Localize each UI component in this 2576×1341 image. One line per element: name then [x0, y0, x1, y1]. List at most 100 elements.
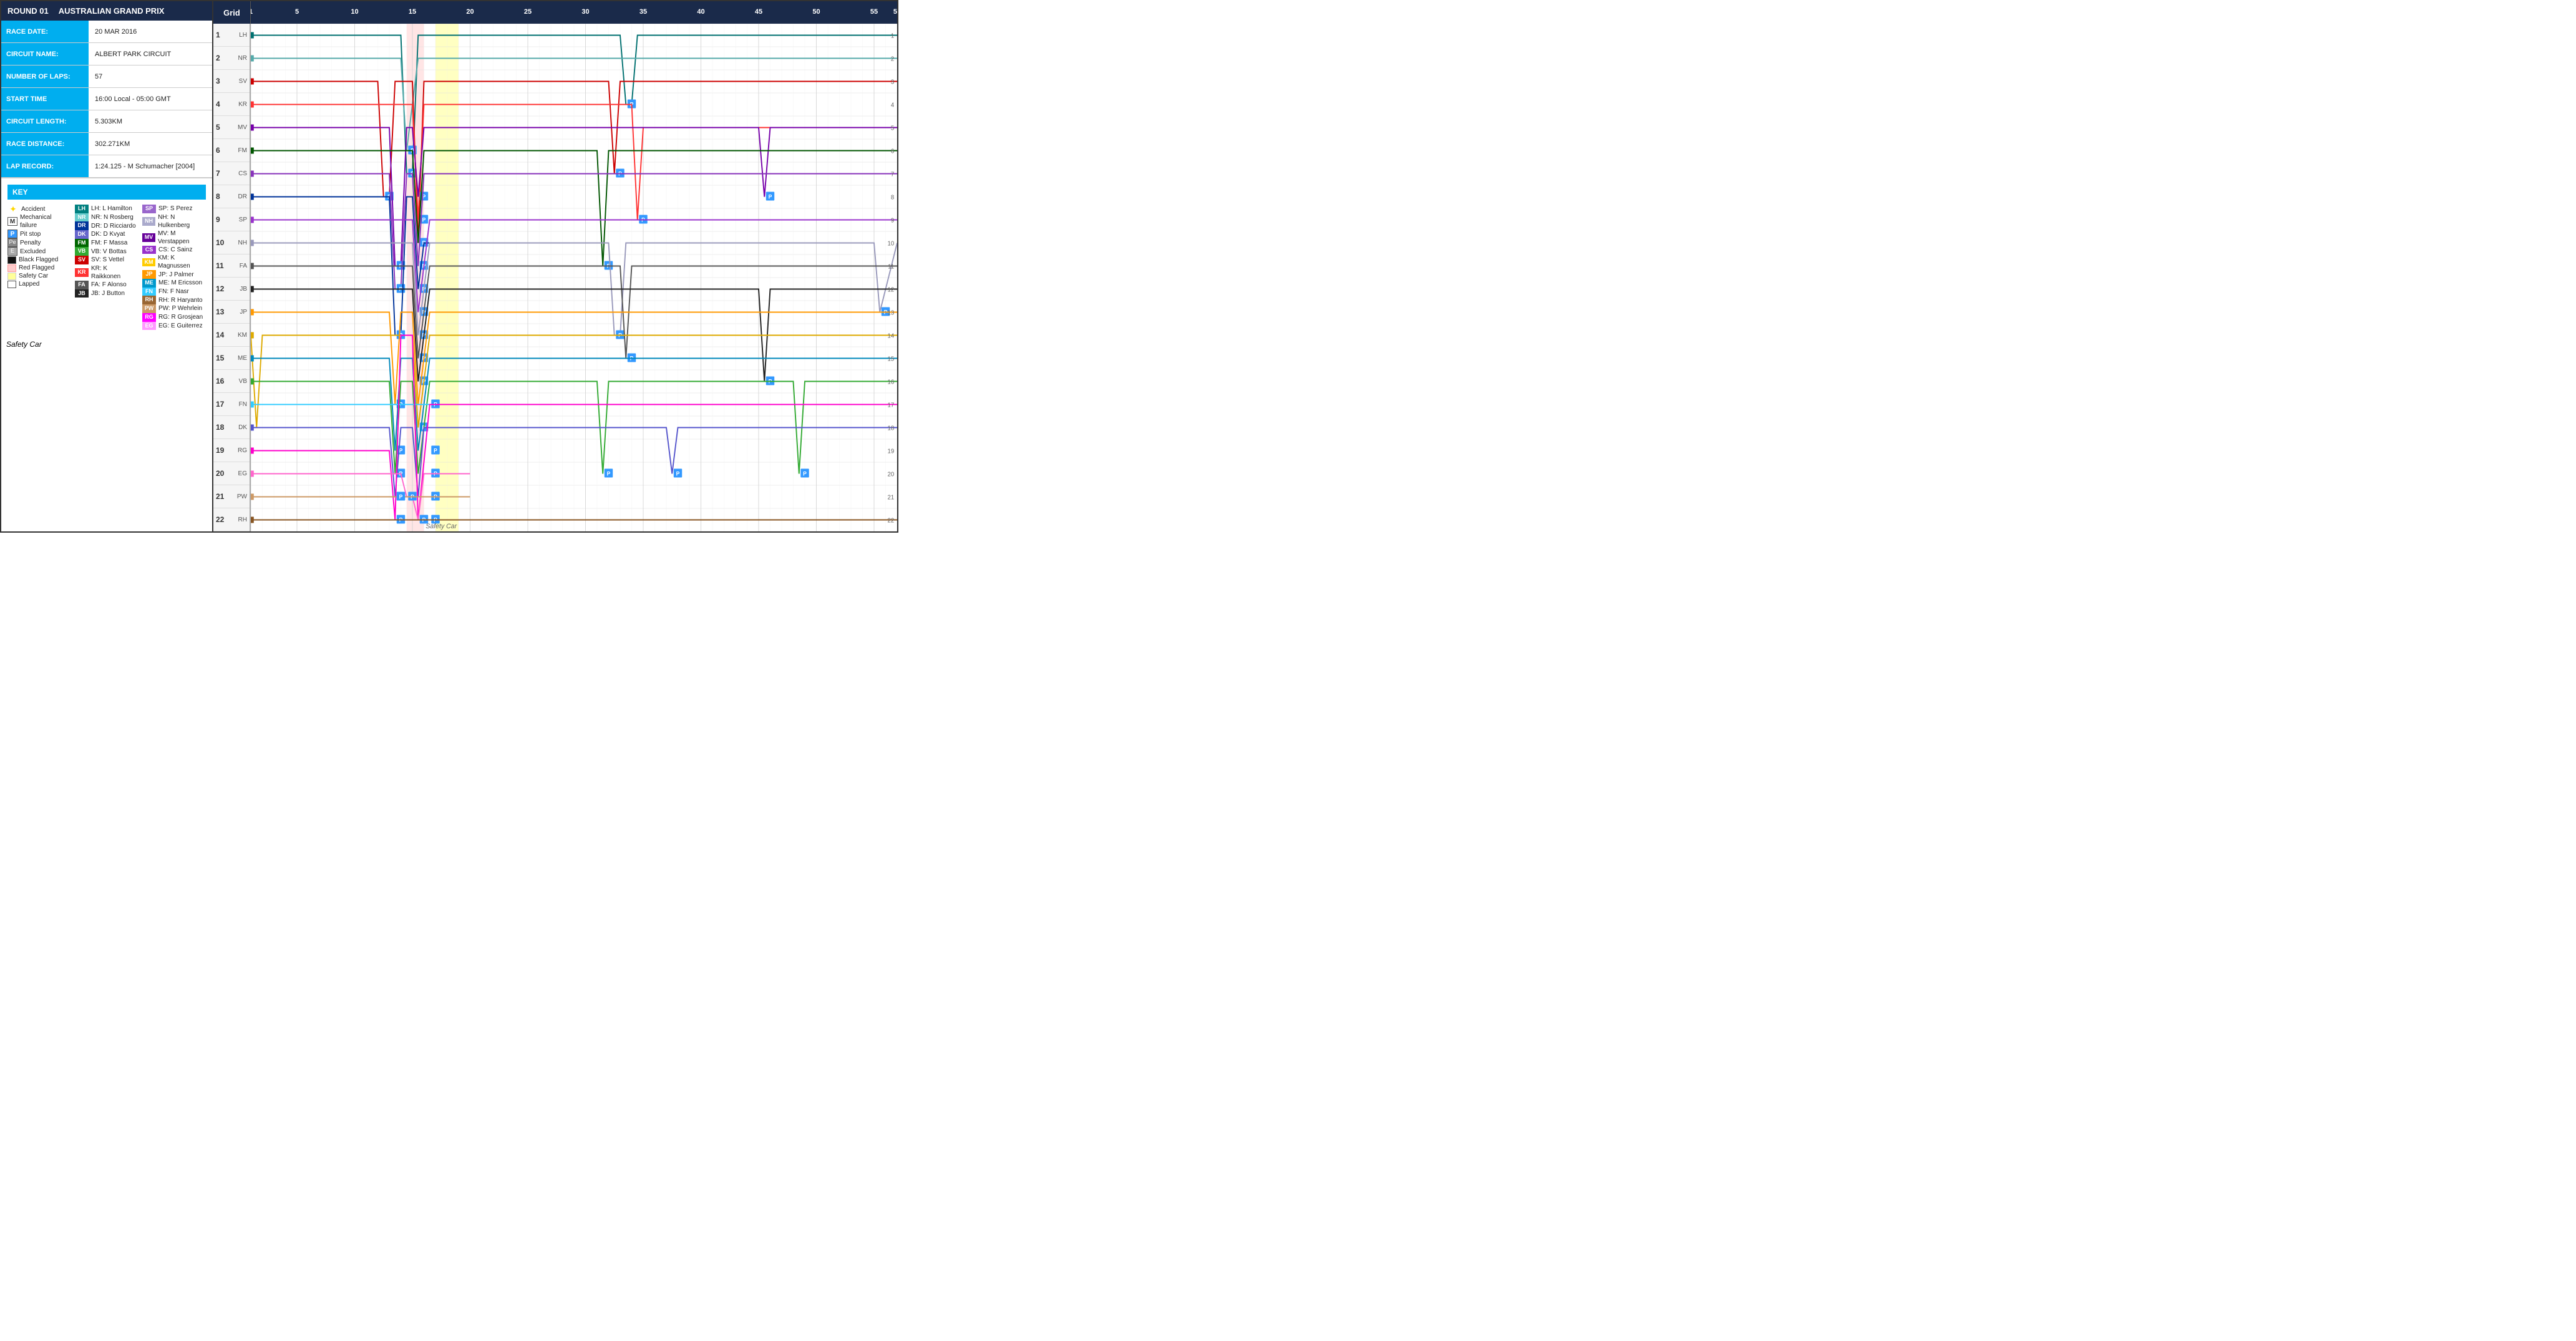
pos-number: 17 — [216, 400, 224, 409]
key-driver-item: VB VB: V Bottas — [75, 247, 139, 256]
svg-text:14: 14 — [888, 332, 895, 339]
pos-abbr: SP — [239, 216, 247, 223]
pos-abbr: KR — [238, 101, 247, 108]
svg-text:21: 21 — [888, 494, 895, 501]
key-accident: ✦ Accident — [7, 205, 71, 213]
pos-number: 9 — [216, 215, 220, 224]
pos-cell: 4 KR — [213, 93, 250, 116]
grid-label: Grid — [213, 1, 251, 24]
svg-text:Safety Car: Safety Car — [425, 523, 457, 530]
pos-cell: 19 RG — [213, 439, 250, 462]
chart-panel: Grid 151015202530354045505557 1 LH 2 NR … — [213, 1, 897, 531]
driver-abbr-badge: PW — [142, 304, 156, 313]
key-penalty: Pe Penalty — [7, 238, 71, 247]
pos-cell: 2 NR — [213, 47, 250, 70]
pos-cell: 17 FN — [213, 393, 250, 416]
pos-abbr: MV — [238, 124, 247, 131]
pos-abbr: NH — [238, 240, 247, 246]
pos-cell: 7 CS — [213, 162, 250, 185]
svg-text:P: P — [422, 216, 426, 223]
key-driver-item: ME ME: M Ericsson — [142, 279, 206, 288]
svg-text:4: 4 — [891, 102, 895, 109]
safety-car-note: Safety Car — [1, 336, 212, 352]
pos-abbr: PW — [237, 493, 247, 500]
pos-abbr: JB — [240, 286, 247, 293]
driver-abbr-badge: CS — [142, 246, 156, 254]
svg-text:P: P — [803, 470, 807, 477]
pos-cell: 13 JP — [213, 301, 250, 324]
driver-abbr-badge: LH — [75, 205, 89, 213]
left-panel: ROUND 01 AUSTRALIAN GRAND PRIX RACE DATE… — [1, 1, 213, 531]
info-value: 302.271KM — [89, 133, 136, 155]
pos-abbr: FN — [239, 401, 247, 408]
pos-abbr: DK — [238, 424, 247, 431]
key-driver-item: NR NR: N Rosberg — [75, 213, 139, 222]
key-red-flag: Red Flagged — [7, 264, 71, 272]
key-col-drivers-2: SP SP: S Perez NH NH: N Hulkenberg MV MV… — [142, 205, 206, 330]
pos-number: 15 — [216, 354, 224, 362]
lap-tick: 1 — [251, 8, 253, 16]
driver-abbr-badge: FN — [142, 288, 156, 296]
driver-abbr-badge: MV — [142, 233, 155, 242]
pos-number: 16 — [216, 377, 224, 385]
key-driver-item: KR KR: K Raikkonen — [75, 264, 139, 281]
key-col-drivers-1: LH LH: L Hamilton NR NR: N Rosberg DR DR… — [75, 205, 139, 330]
svg-text:1: 1 — [891, 32, 894, 39]
key-driver-item: DR DR: D Ricciardo — [75, 221, 139, 230]
black-flag-box — [7, 256, 16, 264]
info-value: ALBERT PARK CIRCUIT — [89, 43, 177, 65]
pos-number: 4 — [216, 100, 220, 109]
key-driver-item: JB JB: J Button — [75, 289, 139, 298]
key-driver-item: KM KM: K Magnussen — [142, 254, 206, 270]
info-row: LAP RECORD: 1:24.125 - M Schumacher [200… — [1, 155, 212, 178]
info-label: CIRCUIT NAME: — [1, 43, 89, 65]
svg-text:17: 17 — [888, 402, 895, 409]
key-pitstop: P Pit stop — [7, 230, 71, 238]
pos-number: 7 — [216, 169, 220, 178]
pos-abbr: EG — [238, 470, 247, 477]
excluded-icon: E — [7, 247, 17, 256]
key-driver-item: JP JP: J Palmer — [142, 270, 206, 279]
lap-tick: 35 — [639, 8, 647, 16]
pos-number: 14 — [216, 331, 224, 339]
info-row: NUMBER OF LAPS: 57 — [1, 65, 212, 88]
driver-abbr-badge: ME — [142, 279, 156, 288]
svg-text:9: 9 — [891, 217, 894, 224]
svg-text:3: 3 — [891, 79, 895, 85]
race-chart-svg: PPPPPPPPPPPPPPPPPPPPPPPPPPPPPPPPPPPPPPPP… — [251, 24, 897, 531]
key-grid: ✦ Accident M Mechanicalfailure P Pit sto… — [7, 205, 206, 330]
info-label: CIRCUIT LENGTH: — [1, 110, 89, 132]
round-label: ROUND 01 — [7, 6, 49, 16]
safety-car-box — [7, 273, 16, 280]
pos-number: 8 — [216, 192, 220, 201]
info-value: 1:24.125 - M Schumacher [2004] — [89, 155, 201, 177]
driver-abbr-badge: JP — [142, 270, 156, 279]
svg-text:P: P — [399, 493, 403, 500]
svg-text:5: 5 — [891, 125, 895, 132]
pos-number: 3 — [216, 77, 220, 85]
pos-number: 2 — [216, 54, 220, 62]
driver-abbr-badge: NH — [142, 217, 155, 226]
svg-text:18: 18 — [888, 425, 895, 432]
key-driver-item: NH NH: N Hulkenberg — [142, 213, 206, 230]
race-name: AUSTRALIAN GRAND PRIX — [59, 6, 165, 16]
pos-cell: 16 VB — [213, 370, 250, 393]
lap-tick: 30 — [581, 8, 589, 16]
driver-abbr-badge: SV — [75, 256, 89, 264]
key-excluded: E Excluded — [7, 247, 71, 256]
pos-cell: 20 EG — [213, 462, 250, 485]
pos-number: 18 — [216, 423, 224, 432]
svg-text:10: 10 — [888, 240, 895, 247]
pos-number: 5 — [216, 123, 220, 132]
pos-abbr: RG — [238, 447, 247, 454]
svg-text:22: 22 — [888, 517, 895, 524]
driver-abbr-badge: DR — [75, 221, 89, 230]
driver-abbr-badge: VB — [75, 247, 89, 256]
lap-tick: 20 — [466, 8, 474, 16]
driver-abbr-badge: RH — [142, 296, 156, 304]
lap-tick: 57 — [893, 8, 897, 16]
svg-text:19: 19 — [888, 448, 895, 455]
lapped-box — [7, 281, 16, 288]
svg-text:15: 15 — [888, 356, 895, 362]
pos-cell: 9 SP — [213, 208, 250, 231]
